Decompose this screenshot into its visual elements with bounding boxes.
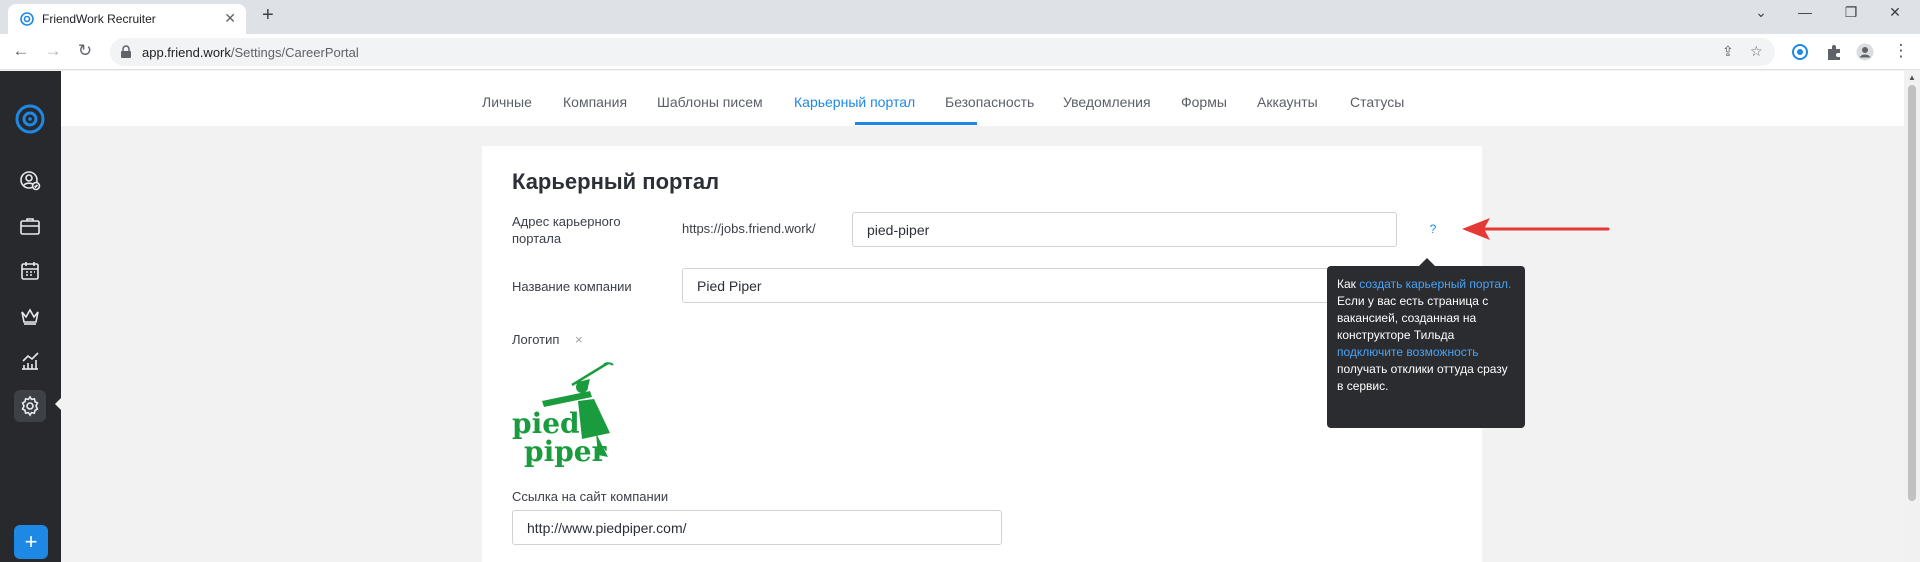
tab-company[interactable]: Компания (563, 94, 627, 110)
friendwork-extension-icon[interactable] (1791, 43, 1809, 61)
settings-tabs: Личные Компания Шаблоны писем Карьерный … (61, 71, 1904, 126)
help-tooltip: Как создать карьерный портал. Если у вас… (1327, 266, 1525, 428)
sidebar-calendar[interactable] (14, 255, 46, 287)
url-host: app.friend.work (142, 45, 231, 60)
url-path: /Settings/CareerPortal (230, 45, 359, 60)
sidebar-settings[interactable] (14, 390, 46, 422)
candidates-icon (20, 171, 41, 191)
enable-feature-link[interactable]: подключите возможность (1337, 345, 1479, 359)
sidebar-talent-pool[interactable] (14, 300, 46, 332)
share-icon[interactable]: ⇪ (1722, 43, 1734, 60)
close-window-button[interactable]: ✕ (1880, 4, 1910, 21)
scroll-up-icon[interactable]: ▲ (1908, 73, 1916, 82)
browser-tab-title: FriendWork Recruiter (42, 12, 156, 26)
sidebar-vacancies[interactable] (14, 210, 46, 242)
tab-notifications[interactable]: Уведомления (1063, 94, 1151, 110)
gear-icon (21, 395, 39, 417)
address-bar[interactable]: app.friend.work/Settings/CareerPortal ⇪ … (110, 38, 1775, 66)
calendar-icon (21, 262, 39, 280)
app-sidebar: + (0, 71, 61, 562)
company-name-input[interactable]: Pied Piper (682, 268, 1397, 303)
briefcase-icon (20, 218, 40, 235)
browser-menu-icon[interactable]: ⋮ (1890, 41, 1912, 61)
extensions-puzzle-icon[interactable] (1825, 43, 1843, 61)
back-arrow-icon[interactable]: ← (10, 41, 32, 61)
tab-statuses[interactable]: Статусы (1350, 94, 1404, 110)
remove-logo-icon[interactable]: × (575, 332, 583, 347)
website-input[interactable]: http://www.piedpiper.com/ (512, 510, 1002, 545)
tooltip-text-2: Если у вас есть страница с вакансией, со… (1337, 294, 1489, 342)
analytics-chart-icon (22, 352, 39, 370)
lock-icon (121, 45, 131, 58)
reload-icon[interactable]: ↻ (74, 41, 96, 61)
restore-window-button[interactable]: ❐ (1836, 4, 1866, 21)
tab-career-portal[interactable]: Карьерный портал (794, 94, 915, 110)
profile-avatar-icon[interactable] (1856, 43, 1874, 61)
minimize-window-button[interactable]: — (1790, 4, 1820, 20)
logo-text-piper: piper (524, 435, 608, 467)
tooltip-text-1: Как (1337, 277, 1360, 291)
annotation-arrow-icon (1462, 218, 1610, 240)
browser-tab-strip: FriendWork Recruiter ✕ + ⌄ — ❐ ✕ (0, 0, 1920, 34)
url-text: app.friend.work/Settings/CareerPortal (142, 45, 359, 60)
crown-icon (21, 308, 39, 325)
portal-slug-input[interactable]: pied-piper (852, 212, 1397, 247)
portal-url-prefix: https://jobs.friend.work/ (682, 221, 816, 236)
friendwork-favicon-icon (20, 12, 34, 26)
browser-toolbar: ← → ↻ app.friend.work/Settings/CareerPor… (0, 34, 1920, 70)
sidebar-candidates[interactable] (14, 165, 46, 197)
page-scrollbar[interactable]: ▲ (1904, 71, 1920, 562)
friendwork-logo-icon[interactable] (14, 103, 46, 135)
portal-help-button[interactable]: ? (1424, 220, 1442, 238)
tab-email-templates[interactable]: Шаблоны писем (657, 94, 763, 110)
sidebar-active-indicator (55, 397, 62, 411)
add-new-button[interactable]: + (14, 525, 48, 559)
tab-forms[interactable]: Формы (1181, 94, 1227, 110)
tab-search-icon[interactable]: ⌄ (1746, 4, 1776, 21)
bookmark-star-icon[interactable]: ☆ (1750, 43, 1763, 60)
company-name-label: Название компании (512, 279, 632, 294)
tab-personal[interactable]: Личные (482, 94, 532, 110)
tooltip-text-3: получать отклики оттуда сразу в сервис. (1337, 362, 1508, 393)
forward-arrow-icon[interactable]: → (42, 41, 64, 61)
create-portal-link[interactable]: создать карьерный портал. (1359, 277, 1511, 291)
close-tab-icon[interactable]: ✕ (224, 10, 236, 27)
active-tab-underline (855, 122, 977, 125)
page-title: Карьерный портал (512, 169, 720, 194)
company-logo-image: pied piper (512, 361, 614, 467)
tab-accounts[interactable]: Аккаунты (1257, 94, 1318, 110)
new-tab-button[interactable]: + (262, 4, 274, 27)
logo-label: Логотип (512, 332, 560, 347)
browser-tab[interactable]: FriendWork Recruiter ✕ (8, 4, 246, 34)
sidebar-analytics[interactable] (14, 345, 46, 377)
tab-security[interactable]: Безопасность (945, 94, 1034, 110)
scrollbar-thumb[interactable] (1908, 85, 1916, 501)
website-label: Ссылка на сайт компании (512, 489, 669, 504)
portal-address-label: Адрес карьерного портала (512, 214, 621, 246)
